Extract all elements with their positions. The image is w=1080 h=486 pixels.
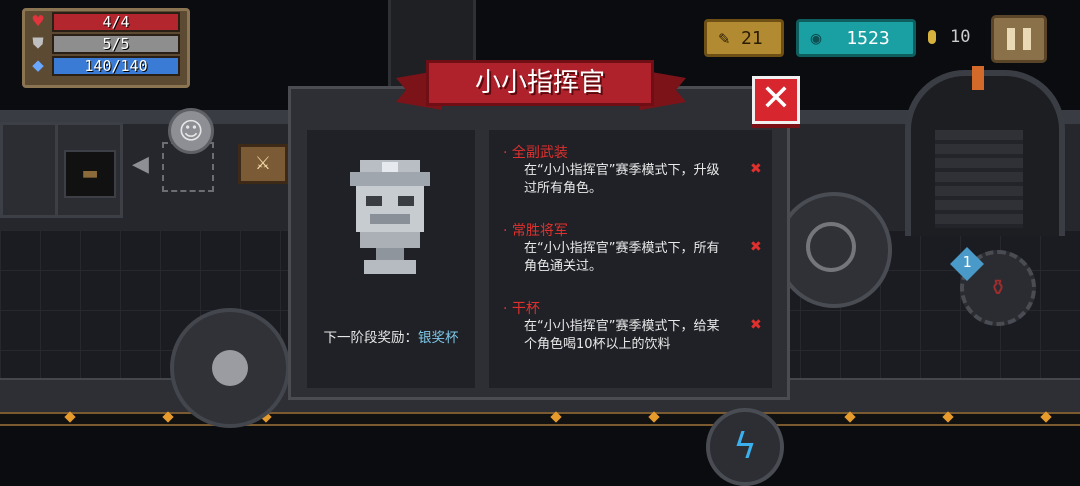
statue-trophy-icon — [350, 160, 430, 274]
incomplete-mark-icon: ✖ — [750, 317, 762, 333]
incomplete-mark-icon: ✖ — [750, 161, 762, 177]
weapon-item[interactable]: ▬ — [64, 150, 116, 198]
next-reward-label: 下一阶段奖励： — [323, 330, 419, 346]
left-arrow-icon: ◀ — [132, 152, 149, 177]
crosshair-icon — [806, 222, 856, 272]
armor-bar: 5/5 — [52, 34, 180, 54]
skill-badge-count: 1 — [962, 253, 972, 271]
health-value: 4/4 — [102, 13, 130, 31]
joystick-knob[interactable] — [212, 350, 248, 386]
pause-icon — [1007, 28, 1015, 50]
feather-icon: ✎ — [718, 27, 730, 49]
coin-icon — [928, 30, 936, 44]
modal-title: 小小指挥官 — [426, 60, 654, 106]
next-reward: 下一阶段奖励：银奖杯 — [307, 326, 475, 346]
heart-icon: ♥ — [31, 12, 45, 30]
next-reward-name: 银奖杯 — [418, 330, 459, 346]
chest-item[interactable]: ⚔ — [238, 144, 288, 184]
achievement-title: · 全副武装 — [503, 145, 568, 161]
achievement-description: 在“小小指挥官”赛季模式下，所有 角色通关过。 — [524, 241, 720, 274]
smiley-icon[interactable]: ☺ — [168, 108, 214, 154]
exit-arrow-marker — [972, 66, 984, 90]
achievement-title: · 干杯 — [503, 301, 540, 317]
achievement-description: 在“小小指挥官”赛季模式下，升级 过所有角色。 — [524, 163, 720, 196]
energy-bar: 140/140 — [52, 56, 180, 76]
exit-stairs[interactable] — [935, 130, 1023, 228]
gold-value: 21 — [741, 27, 763, 49]
gold-counter: ✎ 21 — [704, 19, 784, 57]
coin-value: 10 — [950, 27, 971, 47]
energy-value: 140/140 — [84, 57, 148, 75]
gem-value: 1523 — [846, 27, 890, 49]
health-bar: 4/4 — [52, 12, 180, 32]
gem-icon: ◉ — [810, 27, 822, 49]
pause-button[interactable] — [991, 15, 1047, 63]
incomplete-mark-icon: ✖ — [750, 239, 762, 255]
shield-icon: ⛊ — [32, 34, 44, 52]
lightning-icon[interactable]: ϟ — [706, 408, 784, 486]
achievement-title: · 常胜将军 — [503, 223, 568, 239]
dungeon-rail — [0, 412, 1080, 426]
achievement-description: 在“小小指挥官”赛季模式下，给某 个角色喝10杯以上的饮料 — [524, 319, 720, 352]
armor-value: 5/5 — [102, 35, 130, 53]
gem-counter: ◉ 1523 — [796, 19, 916, 57]
close-button[interactable]: ✕ — [752, 76, 800, 124]
diamond-icon: ◆ — [32, 56, 44, 74]
